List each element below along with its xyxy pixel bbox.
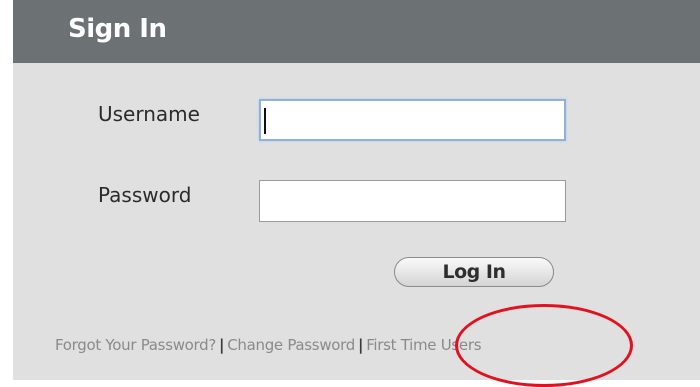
help-links: Forgot Your Password? | Change Password | Fi… (55, 336, 482, 354)
link-separator: | (219, 336, 225, 354)
text-caret (264, 108, 266, 134)
link-separator: | (358, 336, 364, 354)
login-button[interactable]: Log In (394, 257, 554, 287)
page-title: Sign In (68, 14, 167, 44)
signin-header: Sign In (13, 0, 700, 63)
password-label: Password (98, 183, 192, 207)
first-time-users-link[interactable]: First Time Users (366, 336, 481, 354)
username-input[interactable] (259, 99, 566, 141)
forgot-password-link[interactable]: Forgot Your Password? (55, 336, 216, 354)
password-input[interactable] (259, 180, 566, 222)
username-label: Username (98, 102, 200, 126)
change-password-link[interactable]: Change Password (227, 336, 355, 354)
